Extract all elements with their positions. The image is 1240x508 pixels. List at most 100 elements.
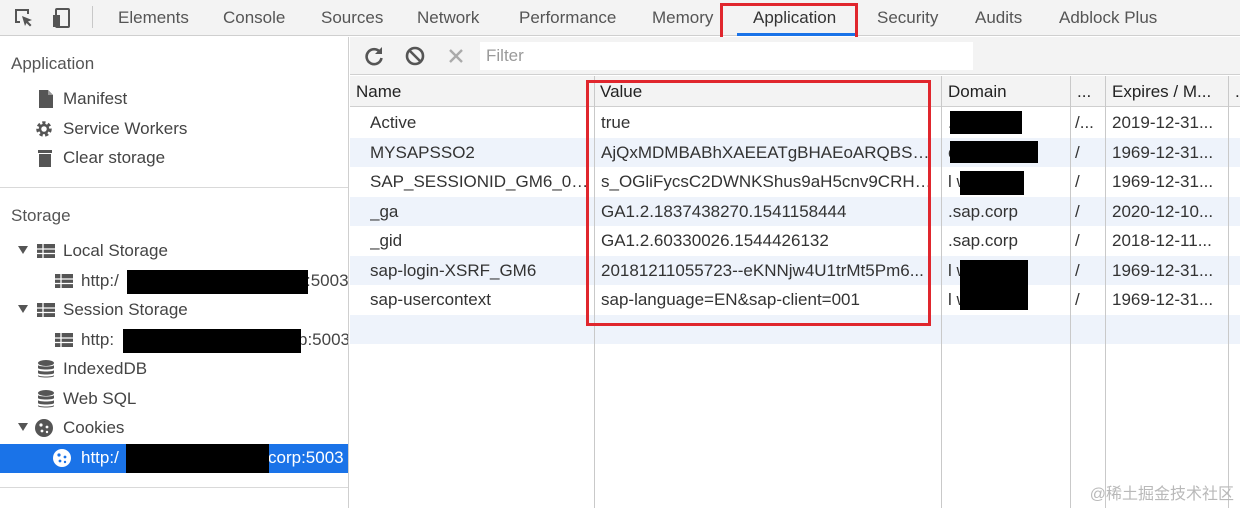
sidebar-item-local-storage[interactable]: Local Storage [0,237,348,266]
clear-all-icon[interactable] [404,45,426,67]
cookie-expires-cell: 1969-12-31... [1112,260,1214,280]
table-icon [55,274,73,288]
origin-port-text: p:5003 [298,330,349,349]
tab-network[interactable]: Network [417,0,479,36]
origin-url-text: http:/ [81,448,119,467]
table-row[interactable]: sap-login-XSRF_GM6 20181211055723--eKNNj… [350,255,1240,285]
cookie-icon [35,419,53,437]
column-header-value[interactable]: Value [594,76,941,107]
cookie-expires-cell: 1969-12-31... [1112,142,1214,162]
cookie-name-cell: _ga [370,201,399,221]
expand-arrow-icon[interactable] [18,246,28,254]
tab-adblock-plus[interactable]: Adblock Plus [1059,0,1157,36]
tab-console[interactable]: Console [223,0,285,36]
database-icon [38,390,54,408]
origin-url-text: http: [81,330,115,349]
device-toolbar-icon[interactable] [52,6,76,30]
delete-selected-icon[interactable] [445,45,467,67]
redaction-block [123,329,301,353]
tab-audits[interactable]: Audits [975,0,1022,36]
cookie-domain-cell: .sap.corp [948,231,1018,250]
sidebar-item-label: Local Storage [63,241,168,260]
gear-icon [36,121,52,137]
table-row[interactable]: SAP_SESSIONID_GM6_001 s_OGliFycsC2DWNKSh… [350,167,1240,197]
column-divider[interactable] [941,76,942,508]
sidebar-item-clear-storage[interactable]: Clear storage [0,144,348,173]
storage-section-heading: Storage [11,206,71,225]
tab-memory[interactable]: Memory [652,0,713,36]
sidebar-item-label: Service Workers [63,119,188,138]
sidebar-item-session-storage-origin[interactable]: http: p:5003 [0,326,349,355]
table-row[interactable]: _ga GA1.2.1837438270.1541158444 .sap.cor… [350,196,1240,226]
cookie-value-cell: GA1.2.1837438270.1541158444 [601,201,847,221]
tab-elements[interactable]: Elements [118,0,189,36]
cookie-path-cell: / [1075,142,1080,162]
column-divider[interactable] [1228,76,1229,508]
table-row[interactable]: sap-usercontext sap-language=EN&sap-clie… [350,285,1240,315]
tab-performance[interactable]: Performance [519,0,616,36]
sidebar-item-cookies[interactable]: Cookies [0,414,348,443]
column-header-expires[interactable]: Expires / M... [1106,76,1228,107]
table-row-empty [350,314,1240,344]
column-header-path[interactable]: ... [1071,76,1105,107]
sidebar-item-manifest[interactable]: Manifest [0,85,348,114]
sidebar-item-label: Cookies [63,418,125,437]
table-icon [37,244,55,258]
cookie-expires-cell: 1969-12-31... [1112,172,1214,191]
database-icon [38,360,54,378]
sidebar-item-service-workers[interactable]: Service Workers [0,115,348,144]
cookie-path-cell: /... [1075,113,1094,132]
redaction-block [127,270,308,294]
table-header-row: Name Value Domain ... Expires / M... . [350,76,1240,107]
tab-security[interactable]: Security [877,0,938,36]
tab-application[interactable]: Application [753,0,836,36]
filter-input[interactable] [480,42,973,70]
cookie-name-cell: sap-usercontext [370,290,491,309]
expand-arrow-icon[interactable] [18,423,28,431]
column-header-name[interactable]: Name [350,76,593,107]
sidebar-item-cookies-origin[interactable]: http:/ corp:5003 [0,444,348,473]
cookie-icon [53,449,71,467]
sidebar-item-indexeddb[interactable]: IndexedDB [0,355,348,384]
column-divider[interactable] [1105,76,1106,508]
redaction-block [960,260,1028,310]
refresh-icon[interactable] [363,45,385,67]
cookie-filter-bar [350,37,1240,75]
sidebar-divider [0,187,348,188]
sidebar-item-local-storage-origin[interactable]: http:/ :5003 [0,267,349,296]
table-row[interactable]: _gid GA1.2.60330026.1544426132 .sap.corp… [350,226,1240,256]
toolbar-separator [92,6,93,28]
inspect-element-icon[interactable] [12,6,36,30]
expand-arrow-icon[interactable] [18,305,28,313]
origin-port-text: corp:5003 [268,448,344,467]
cookie-name-cell: sap-login-XSRF_GM6 [370,260,537,280]
column-header-domain[interactable]: Domain [942,76,1070,107]
redaction-block [950,111,1022,134]
cookie-value-cell: AjQxMDMBABhXAEEATgBHAEoARQBSA... [601,142,936,162]
origin-port-text: :5003 [306,271,349,290]
tab-sources[interactable]: Sources [321,0,383,36]
cookie-expires-cell: 1969-12-31... [1112,290,1214,309]
trash-icon [38,150,52,167]
cookie-expires-cell: 2018-12-11... [1112,231,1212,250]
cookie-table: Name Value Domain ... Expires / M... . A… [350,76,1240,508]
table-row[interactable]: MYSAPSSO2 AjQxMDMBABhXAEEATgBHAEoARQBSA.… [350,137,1240,167]
table-row[interactable]: Active true .wd... /... 2019-12-31... [350,108,1240,138]
column-divider[interactable] [1070,76,1071,508]
watermark: @稀土掘金技术社区 [1089,486,1234,503]
column-header-size[interactable]: . [1229,76,1240,107]
sidebar-item-label: IndexedDB [63,359,148,378]
sidebar-item-session-storage[interactable]: Session Storage [0,296,348,325]
sidebar-item-label: Session Storage [63,300,188,319]
sidebar-item-web-sql[interactable]: Web SQL [0,385,348,414]
cookie-value-cell: GA1.2.60330026.1544426132 [601,231,829,250]
cookie-name-cell: Active [370,113,417,132]
application-sidebar: Application Manifest Service Workers Cle… [0,37,349,508]
cookie-path-cell: / [1075,231,1080,250]
cookie-name-cell: _gid [370,231,403,250]
redaction-block [950,141,1038,163]
origin-url-text: http:/ [81,271,119,290]
table-icon [37,303,55,317]
sidebar-item-label: Web SQL [63,389,137,408]
column-divider[interactable] [594,76,595,508]
